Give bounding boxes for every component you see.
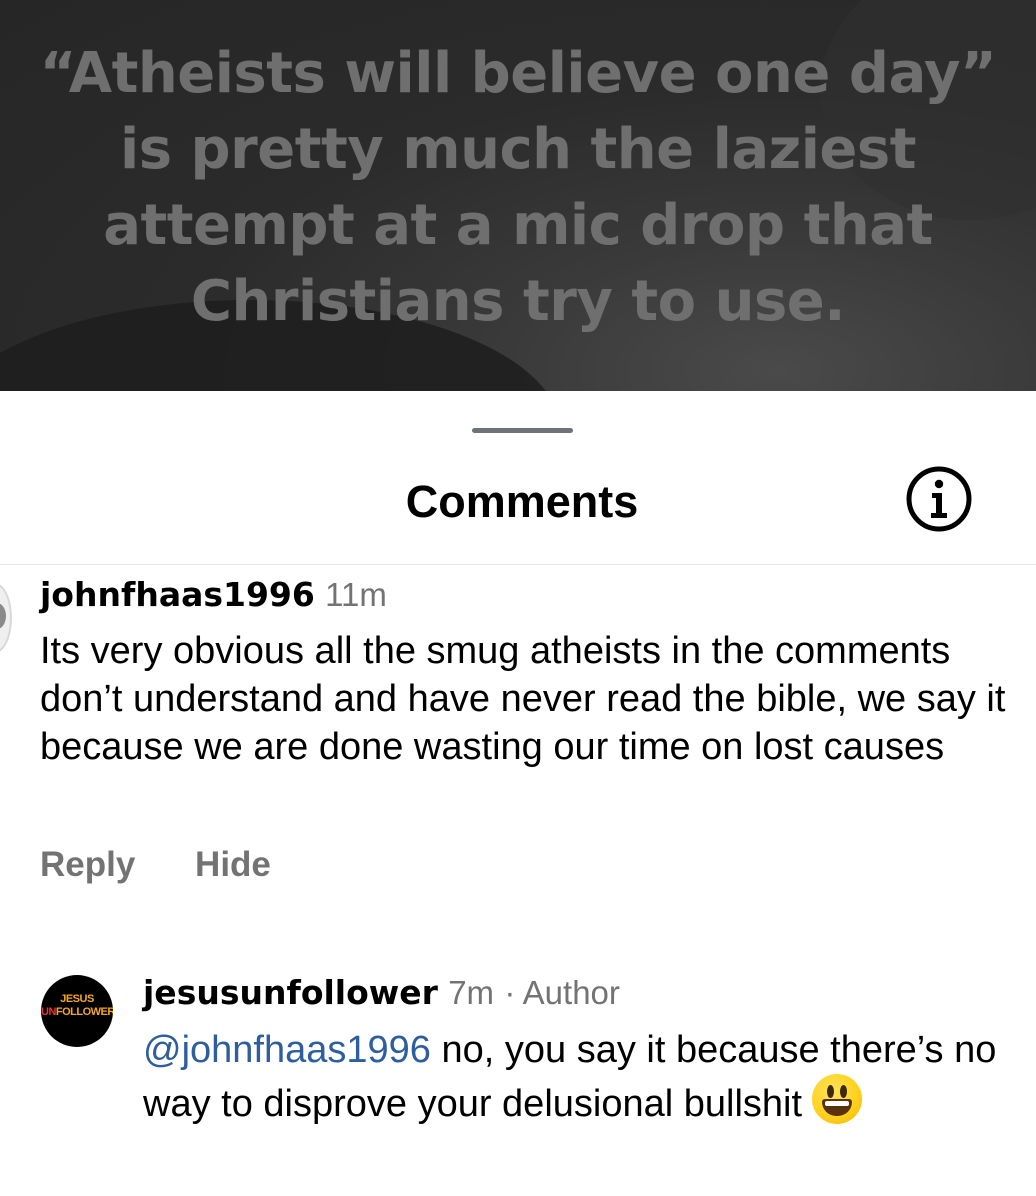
- sheet-title: Comments: [405, 476, 639, 527]
- comment-text: Its very obvious all the smug atheists i…: [40, 630, 1006, 768]
- drag-handle[interactable]: [472, 428, 573, 433]
- post-quote: “Atheists will believe one day” is prett…: [0, 36, 1036, 340]
- avatar-text: UNFOLLOWER: [41, 1006, 113, 1018]
- comment-header: jesusunfollower 7m · Author: [143, 970, 620, 1015]
- divider: [0, 564, 1036, 565]
- comment-username[interactable]: jesusunfollower: [143, 973, 438, 1012]
- reply-button[interactable]: Reply: [40, 845, 135, 884]
- comment-time: 7m: [448, 974, 495, 1011]
- post-image: “Atheists will believe one day” is prett…: [0, 0, 1036, 391]
- author-badge: · Author: [504, 974, 620, 1011]
- avatar-text: JESUS: [60, 993, 94, 1005]
- info-icon[interactable]: [904, 464, 974, 534]
- quote-line: Christians try to use.: [190, 269, 846, 334]
- avatar-text: UN: [41, 1006, 56, 1018]
- comment-actions: Reply Hide: [40, 843, 321, 887]
- mention-link[interactable]: @johnfhaas1996: [143, 1029, 431, 1071]
- avatar-text: FOLLOWER: [55, 1006, 113, 1018]
- comment-time: 11m: [325, 576, 387, 613]
- quote-line: attempt at a mic drop that: [103, 193, 933, 258]
- comment-header: johnfhaas1996 11m: [40, 572, 387, 617]
- comment-text: @johnfhaas1996 no, you say it because th…: [143, 1026, 1023, 1128]
- quote-line: is pretty much the laziest: [120, 117, 917, 182]
- avatar[interactable]: JESUS UNFOLLOWER: [41, 975, 113, 1047]
- comment-username[interactable]: johnfhaas1996: [40, 575, 315, 614]
- hide-button[interactable]: Hide: [195, 845, 271, 884]
- quote-line: “Atheists will believe one day”: [39, 41, 997, 106]
- grinning-face-emoji: [812, 1074, 863, 1124]
